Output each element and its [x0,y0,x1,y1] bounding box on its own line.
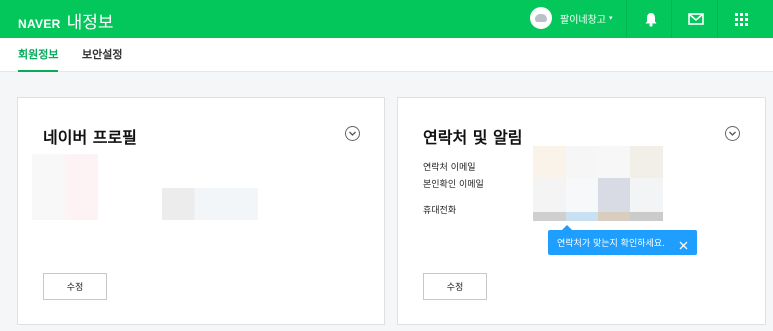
redacted-profile-photo [32,154,98,220]
app-grid-icon[interactable] [717,0,765,38]
card-title: 연락처 및 알림 [423,128,523,147]
top-navigation-bar: NAVER 내정보 팔이네창고 ▾ [0,0,773,38]
redacted-contact-values [533,146,663,221]
close-icon[interactable] [678,236,689,255]
redacted-profile-info [162,188,258,220]
avatar [530,7,552,29]
service-title[interactable]: 내정보 [67,8,114,33]
naver-profile-card: 네이버 프로필 수정 [17,97,385,325]
mail-icon[interactable] [671,0,719,38]
tab-member-info[interactable]: 회원정보 [18,38,59,72]
brand[interactable]: NAVER 내정보 [18,8,114,33]
card-title: 네이버 프로필 [43,128,137,147]
mobile-phone-label: 휴대전화 [423,206,457,216]
tab-bar: 회원정보 보안설정 [0,38,773,72]
tooltip-text: 연락처가 맞는지 확인하세요. [557,239,665,249]
tab-security-settings[interactable]: 보안설정 [82,38,122,72]
recovery-email-label: 본인확인 이메일 [423,180,484,190]
chevron-down-circle-icon[interactable] [725,126,740,141]
notification-bell-icon[interactable] [626,0,674,38]
contact-notification-card: 연락처 및 알림 연락처 이메일 본인확인 이메일 휴대전화 수정 [397,97,766,325]
contact-email-label: 연락처 이메일 [423,163,476,173]
chevron-down-icon: ▾ [609,14,613,22]
profile-edit-button[interactable]: 수정 [43,273,107,300]
verify-contact-tooltip: 연락처가 맞는지 확인하세요. [548,225,697,255]
account-menu[interactable]: 팔이네창고 ▾ [530,7,613,29]
naver-logo[interactable]: NAVER [18,17,61,31]
account-name: 팔이네창고 [560,14,606,26]
contact-edit-button[interactable]: 수정 [423,273,487,300]
chevron-down-circle-icon[interactable] [345,126,360,141]
